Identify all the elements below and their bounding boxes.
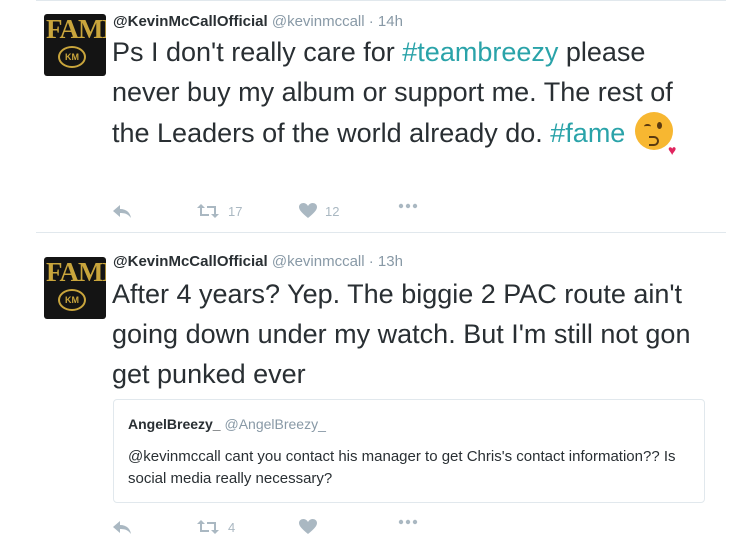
quoted-display-name[interactable]: AngelBreezy_: [128, 416, 221, 432]
display-name[interactable]: @KevinMcCallOfficial: [113, 253, 268, 270]
user-handle[interactable]: @kevinmccall: [272, 253, 365, 270]
quoted-user-handle[interactable]: @AngelBreezy_: [224, 416, 325, 432]
tweet-actions: 4: [112, 519, 432, 539]
quoted-tweet-header: AngelBreezy_ @AngelBreezy_: [128, 416, 326, 432]
tweet-header: @KevinMcCallOfficial @kevinmccall · 13h: [113, 253, 403, 270]
retweet-icon: [197, 520, 219, 534]
tweet-text: Ps I don't really care for #teambreezy p…: [112, 32, 712, 158]
avatar-logo: FAME: [46, 257, 106, 287]
quoted-tweet-text: @kevinmccall cant you contact his manage…: [128, 448, 676, 487]
user-handle[interactable]: @kevinmccall: [272, 13, 365, 30]
retweet-count: 4: [228, 519, 236, 535]
like-icon: [299, 519, 317, 534]
avatar[interactable]: FAME KM: [44, 257, 106, 319]
tweet: FAME KM @KevinMcCallOfficial @kevinmccal…: [0, 0, 750, 230]
kissing-face-emoji-icon: ♥: [635, 112, 676, 158]
avatar[interactable]: FAME KM: [44, 14, 106, 76]
retweet-count: 17: [228, 203, 243, 219]
like-button[interactable]: 12: [299, 203, 339, 219]
timestamp[interactable]: · 14h: [369, 13, 403, 30]
tweet-actions: 17 12: [112, 203, 432, 223]
like-button[interactable]: [299, 519, 325, 535]
hashtag-link[interactable]: #teambreezy: [402, 37, 558, 67]
display-name[interactable]: @KevinMcCallOfficial: [113, 13, 268, 30]
reply-button[interactable]: [112, 203, 132, 219]
avatar-logo: FAME: [46, 14, 106, 44]
more-icon: [398, 203, 418, 209]
like-icon: [299, 203, 317, 218]
tweet-divider: [36, 232, 726, 233]
reply-button[interactable]: [112, 519, 132, 535]
like-count: 12: [325, 203, 340, 219]
avatar-badge: KM: [58, 46, 86, 68]
retweet-button[interactable]: 4: [196, 519, 235, 535]
more-button[interactable]: [398, 519, 418, 525]
more-button[interactable]: [398, 203, 418, 209]
hashtag-link[interactable]: #fame: [550, 118, 625, 148]
retweet-button[interactable]: 17: [196, 203, 242, 219]
tweet-text-part: Ps I don't really care for: [112, 37, 403, 67]
quoted-tweet[interactable]: AngelBreezy_ @AngelBreezy_ @kevinmccall …: [113, 399, 705, 503]
retweet-icon: [197, 204, 219, 218]
reply-icon: [113, 205, 131, 218]
timestamp[interactable]: · 13h: [369, 253, 403, 270]
tweet-text: After 4 years? Yep. The biggie 2 PAC rou…: [112, 279, 691, 389]
reply-icon: [113, 521, 131, 534]
tweet-header: @KevinMcCallOfficial @kevinmccall · 14h: [113, 13, 403, 30]
more-icon: [398, 519, 418, 525]
avatar-badge: KM: [58, 289, 86, 311]
